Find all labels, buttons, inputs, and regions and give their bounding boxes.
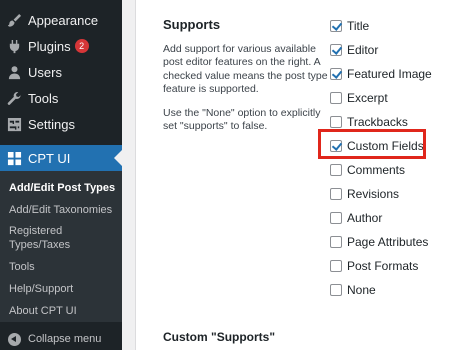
sidebar-item-label: Users [28,64,62,80]
user-icon [7,65,22,80]
sidebar-item-label: CPT UI [28,150,71,166]
supports-description: Add support for various available post e… [163,43,328,95]
settings-icon [7,117,22,132]
checkbox[interactable] [330,212,342,224]
submenu-add-edit-post-types[interactable]: Add/Edit Post Types [9,181,115,195]
checkbox[interactable] [330,260,342,272]
checkbox-label: Title [347,19,370,33]
sidebar-item-users[interactable]: Users [0,59,122,85]
submenu-about-cpt-ui[interactable]: About CPT UI [9,304,77,318]
supports-heading: Supports [163,17,221,32]
checkbox-label: Post Formats [347,259,419,273]
current-menu-arrow [114,150,122,166]
supports-option-row[interactable]: Comments [330,162,405,178]
checkbox-label: Excerpt [347,91,388,105]
sidebar-item-cpt-ui[interactable]: CPT UI [0,145,122,171]
custom-fields-highlight-box [318,129,426,159]
supports-option-row[interactable]: Featured Image [330,66,432,82]
checkbox-label: Comments [347,163,406,177]
checkbox-label: Editor [347,43,379,57]
supports-panel: Supports Add support for various availab… [135,0,474,350]
checkbox[interactable] [330,236,342,248]
supports-option-row[interactable]: None [330,282,376,298]
paintbrush-icon [7,13,22,28]
checkbox-label: Page Attributes [347,235,429,249]
sidebar-item-settings[interactable]: Settings [0,111,122,137]
custom-supports-heading: Custom "Supports" [163,330,276,344]
collapse-menu-label: Collapse menu [28,333,102,345]
cpt-ui-submenu: Add/Edit Post Types Add/Edit Taxonomies … [0,171,122,322]
checkbox[interactable] [330,44,342,56]
submenu-help-support[interactable]: Help/Support [9,282,73,296]
supports-option-row[interactable]: Author [330,210,382,226]
checkbox[interactable] [330,68,342,80]
collapse-menu-button[interactable]: Collapse menu [0,330,101,348]
submenu-registered-types-taxes[interactable]: Registered Types/Taxes [9,224,99,252]
checkbox-label: Trackbacks [347,115,408,129]
supports-option-row[interactable]: Revisions [330,186,399,202]
supports-note: Use the "None" option to explicitly set … [163,107,321,133]
checkbox-label: None [347,283,376,297]
submenu-tools[interactable]: Tools [9,260,35,274]
sidebar-item-label: Settings [28,116,75,132]
checkbox[interactable] [330,284,342,296]
grid-icon [7,151,22,166]
supports-option-row[interactable]: Excerpt [330,90,388,106]
checkbox[interactable] [330,92,342,104]
sidebar-item-tools[interactable]: Tools [0,85,122,111]
supports-option-row[interactable]: Post Formats [330,258,418,274]
checkbox-label: Featured Image [347,67,432,81]
checkbox[interactable] [330,20,342,32]
main-content: Supports Add support for various availab… [122,0,474,350]
sidebar-item-appearance[interactable]: Appearance [0,7,122,33]
submenu-add-edit-taxonomies[interactable]: Add/Edit Taxonomies [9,203,112,217]
sidebar-item-label: Tools [28,90,59,106]
sidebar-item-label: Appearance [28,12,99,28]
admin-sidebar: Appearance Plugins 2 Users Tools Setting… [0,0,122,350]
checkbox[interactable] [330,188,342,200]
checkbox[interactable] [330,116,342,128]
supports-option-row[interactable]: Page Attributes [330,234,428,250]
checkbox-label: Revisions [347,187,400,201]
plug-icon [7,39,22,54]
supports-option-row[interactable]: Trackbacks [330,114,408,130]
sidebar-item-plugins[interactable]: Plugins 2 [0,33,122,59]
checkbox[interactable] [330,164,342,176]
sidebar-item-label: Plugins [28,38,71,54]
update-count-badge: 2 [74,39,89,53]
wrench-icon [7,91,22,106]
supports-option-row[interactable]: Editor [330,42,378,58]
collapse-icon [8,332,21,346]
checkbox-label: Author [347,211,383,225]
supports-option-row[interactable]: Title [330,18,369,34]
